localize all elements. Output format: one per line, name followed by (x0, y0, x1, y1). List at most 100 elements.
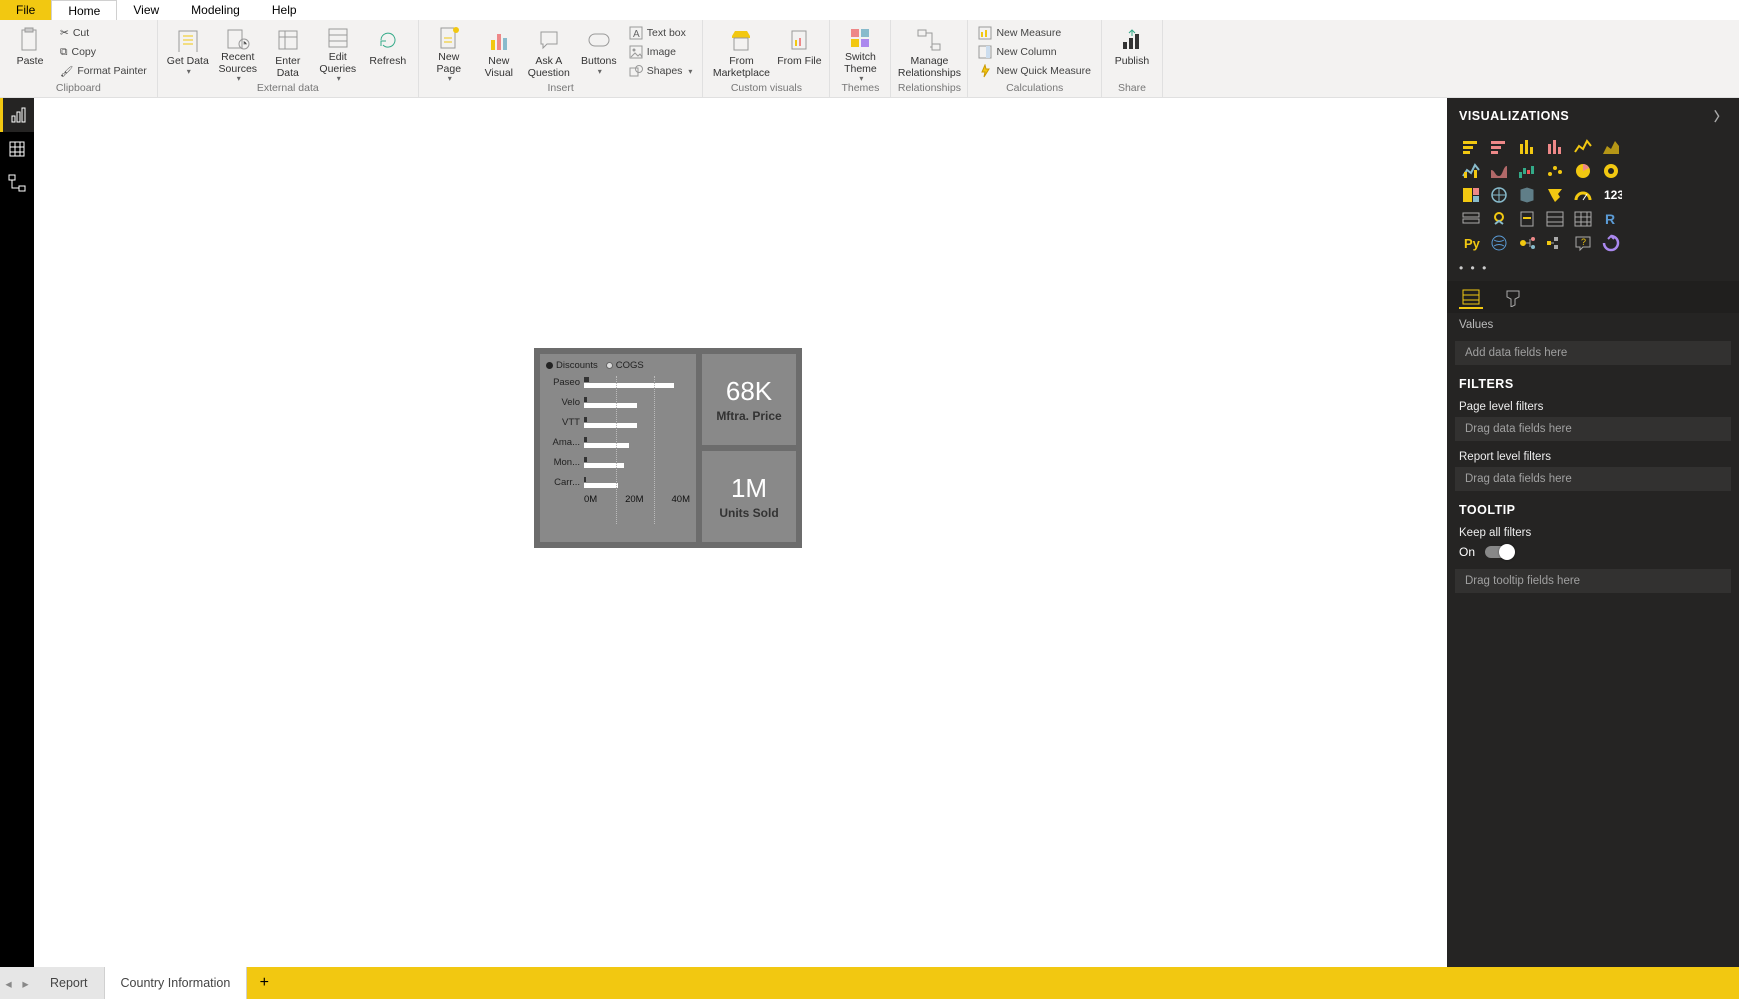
more-visuals-button[interactable]: • • • (1447, 259, 1739, 281)
chevron-right-icon[interactable]: 〉 (1714, 106, 1727, 125)
viz-gauge-icon[interactable] (1571, 185, 1595, 205)
cut-button[interactable]: ✂Cut (56, 24, 151, 42)
manage-relationships-button[interactable]: Manage Relationships (897, 24, 961, 80)
page-tab-report[interactable]: Report (34, 967, 105, 999)
fields-tab[interactable] (1459, 287, 1483, 309)
viz-clustered-column-icon[interactable] (1543, 137, 1567, 157)
viz-key-influencers-icon[interactable] (1515, 233, 1539, 253)
nav-data-view[interactable] (0, 132, 34, 166)
viz-matrix-icon[interactable] (1571, 209, 1595, 229)
filters-header: FILTERS (1447, 369, 1739, 395)
viz-multi-row-card-icon[interactable] (1459, 209, 1483, 229)
group-themes-label: Themes (841, 80, 879, 96)
relationships-icon (915, 26, 943, 54)
viz-stacked-column-icon[interactable] (1515, 137, 1539, 157)
viz-clustered-bar-icon[interactable] (1487, 137, 1511, 157)
values-well[interactable]: Add data fields here (1455, 341, 1731, 365)
tab-view[interactable]: View (117, 0, 175, 20)
quick-measure-icon (978, 64, 992, 78)
from-file-button[interactable]: From File (775, 24, 823, 80)
paste-button[interactable]: Paste (6, 24, 54, 80)
edit-queries-button[interactable]: Edit Queries (314, 24, 362, 80)
file-icon (785, 26, 813, 54)
new-quick-measure-button[interactable]: New Quick Measure (974, 62, 1095, 80)
recent-sources-button[interactable]: Recent Sources (214, 24, 262, 80)
theme-icon (846, 26, 874, 50)
viz-kpi-icon[interactable] (1487, 209, 1511, 229)
viz-stacked-bar-icon[interactable] (1459, 137, 1483, 157)
ask-question-button[interactable]: Ask A Question (525, 24, 573, 80)
enter-data-button[interactable]: Enter Data (264, 24, 312, 80)
get-data-icon (174, 26, 202, 54)
refresh-button[interactable]: Refresh (364, 24, 412, 80)
viz-paginated-icon[interactable] (1599, 233, 1623, 253)
new-page-button[interactable]: New Page (425, 24, 473, 80)
get-data-button[interactable]: Get Data (164, 24, 212, 80)
viz-table-icon[interactable] (1543, 209, 1567, 229)
viz-treemap-icon[interactable] (1459, 185, 1483, 205)
chart-x-axis: 0M20M40M (584, 494, 690, 505)
paste-icon (16, 26, 44, 54)
report-canvas[interactable]: Discounts COGS PaseoVeloVTTAma...Mon...C… (34, 98, 1447, 967)
viz-decomp-tree-icon[interactable] (1543, 233, 1567, 253)
bar-chart[interactable]: Discounts COGS PaseoVeloVTTAma...Mon...C… (540, 354, 696, 542)
copy-button[interactable]: ⧉Copy (56, 43, 151, 61)
values-label: Values (1447, 313, 1739, 337)
report-filters-well[interactable]: Drag data fields here (1455, 467, 1731, 491)
publish-button[interactable]: Publish (1108, 24, 1156, 80)
bar-row: Paseo (546, 377, 690, 388)
switch-theme-button[interactable]: Switch Theme (836, 24, 884, 80)
tab-modeling[interactable]: Modeling (175, 0, 256, 20)
buttons-button[interactable]: Buttons (575, 24, 623, 80)
viz-python-visual-icon[interactable]: Py (1459, 233, 1483, 253)
card-caption: Mftra. Price (716, 409, 781, 423)
viz-qna-icon[interactable]: ? (1571, 233, 1595, 253)
textbox-icon: A (629, 26, 643, 40)
viz-waterfall-icon[interactable] (1515, 161, 1539, 181)
keep-filters-toggle[interactable] (1485, 546, 1513, 558)
format-painter-button[interactable]: 🖌Format Painter (56, 62, 151, 80)
format-tab[interactable] (1501, 287, 1525, 309)
nav-model-view[interactable] (0, 166, 34, 200)
viz-arc-gis-icon[interactable] (1487, 233, 1511, 253)
tab-file[interactable]: File (0, 0, 51, 20)
group-external-data-label: External data (257, 80, 319, 96)
new-column-button[interactable]: New Column (974, 43, 1095, 61)
toggle-state: On (1459, 545, 1475, 559)
viz-ribbon-icon[interactable] (1487, 161, 1511, 181)
viz-card-icon[interactable]: 123 (1599, 185, 1623, 205)
tab-home[interactable]: Home (51, 0, 117, 20)
from-marketplace-button[interactable]: From Marketplace (709, 24, 773, 80)
report-filters-label: Report level filters (1447, 445, 1739, 463)
viz-r-visual-icon[interactable]: R (1599, 209, 1623, 229)
viz-scatter-icon[interactable] (1543, 161, 1567, 181)
shapes-button[interactable]: Shapes (625, 62, 697, 80)
add-page-button[interactable]: + (247, 967, 281, 999)
image-button[interactable]: Image (625, 43, 697, 61)
viz-map-icon[interactable] (1487, 185, 1511, 205)
new-visual-button[interactable]: New Visual (475, 24, 523, 80)
edit-queries-icon (324, 26, 352, 50)
viz-line-icon[interactable] (1571, 137, 1595, 157)
page-scroll-right[interactable]: ▸ (17, 967, 34, 999)
tooltip-well[interactable]: Drag tooltip fields here (1455, 569, 1731, 593)
new-measure-button[interactable]: New Measure (974, 24, 1095, 42)
viz-pie-icon[interactable] (1571, 161, 1595, 181)
visual-container[interactable]: Discounts COGS PaseoVeloVTTAma...Mon...C… (534, 348, 802, 548)
viz-slicer-icon[interactable] (1515, 209, 1539, 229)
viz-funnel-icon[interactable] (1543, 185, 1567, 205)
viz-area-icon[interactable] (1599, 137, 1623, 157)
page-scroll-left[interactable]: ◂ (0, 967, 17, 999)
nav-report-view[interactable] (0, 98, 34, 132)
page-filters-well[interactable]: Drag data fields here (1455, 417, 1731, 441)
viz-line-stacked-icon[interactable] (1459, 161, 1483, 181)
page-icon (435, 26, 463, 50)
group-relationships-label: Relationships (898, 80, 961, 96)
textbox-button[interactable]: AText box (625, 24, 697, 42)
page-tab-country-information[interactable]: Country Information (105, 967, 248, 999)
viz-donut-icon[interactable] (1599, 161, 1623, 181)
card-units-sold[interactable]: 1M Units Sold (702, 451, 796, 542)
card-mftra-price[interactable]: 68K Mftra. Price (702, 354, 796, 445)
tab-help[interactable]: Help (256, 0, 313, 20)
viz-filled-map-icon[interactable] (1515, 185, 1539, 205)
